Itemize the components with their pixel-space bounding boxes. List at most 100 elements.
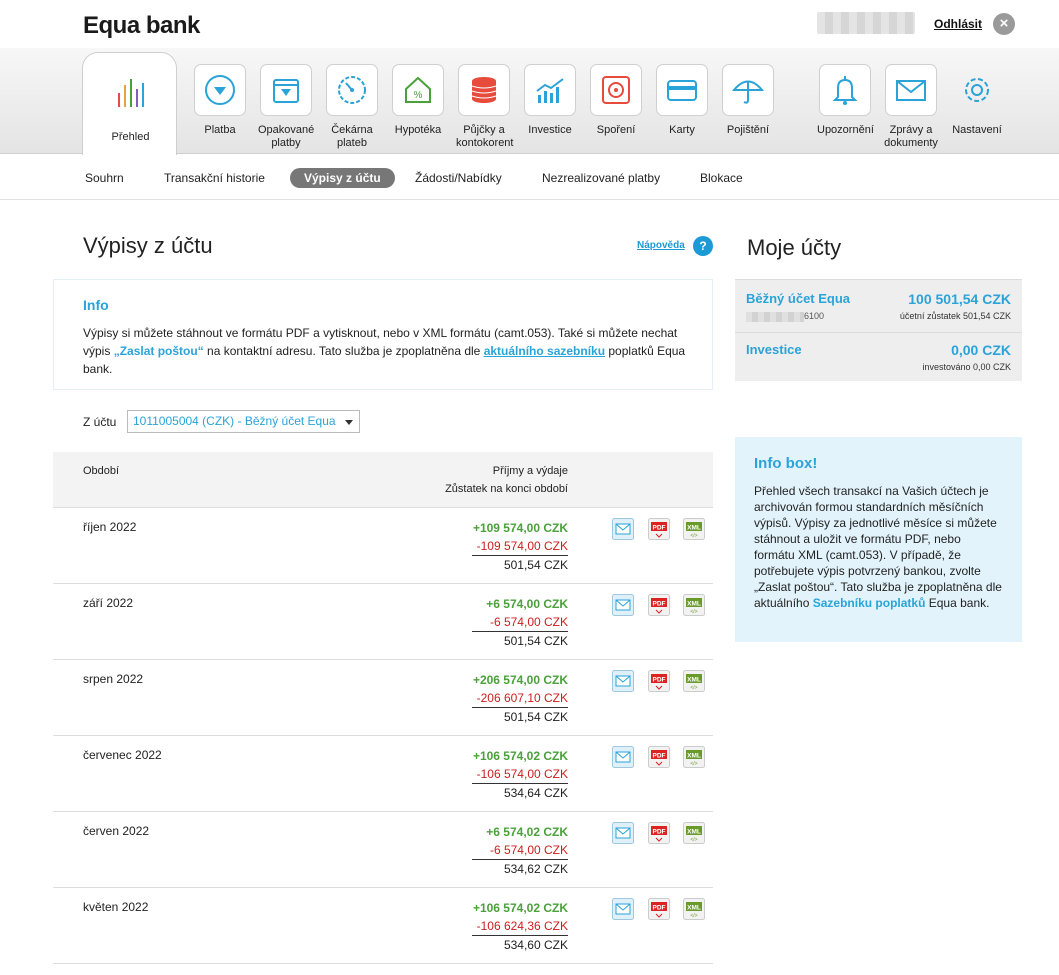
send-by-mail-icon[interactable] — [612, 898, 634, 920]
row-income: +106 574,02 CZK — [472, 901, 568, 915]
svg-text:PDF: PDF — [653, 525, 666, 532]
account-select[interactable]: 1011005004 (CZK) - Běžný účet Equa — [127, 410, 360, 433]
row-income: +6 574,00 CZK — [486, 597, 568, 611]
help-icon[interactable]: ? — [693, 236, 713, 256]
row-actions: PDF XML </> — [612, 518, 712, 542]
info-title: Info — [83, 297, 109, 313]
chevron-down-icon — [345, 420, 353, 425]
nav-item-prehled[interactable]: Přehled — [82, 52, 177, 155]
download-xml-icon[interactable]: XML </> — [683, 670, 705, 692]
nav-label: Spoření — [596, 124, 636, 136]
account-number-suffix: 6100 — [804, 311, 825, 321]
download-xml-icon[interactable]: XML </> — [683, 594, 705, 616]
nav-item-sporeni[interactable]: Spoření — [588, 64, 644, 137]
nav-item-zpravy[interactable]: Zprávy a dokumenty — [883, 64, 939, 150]
download-xml-icon[interactable]: XML </> — [683, 898, 705, 920]
send-by-mail-icon[interactable] — [612, 670, 634, 692]
tab-blokace[interactable]: Blokace — [700, 171, 743, 185]
row-balance: 501,54 CZK — [503, 710, 568, 724]
download-pdf-icon[interactable]: PDF — [648, 518, 670, 540]
nav-item-investice[interactable]: Investice — [522, 64, 578, 137]
row-actions: PDF XML </> — [612, 822, 712, 846]
svg-text:XML: XML — [687, 601, 701, 608]
nav-label: Investice — [528, 124, 572, 136]
my-accounts-title: Moje účty — [747, 235, 842, 260]
download-pdf-icon[interactable]: PDF — [648, 822, 670, 844]
row-balance: 534,64 CZK — [503, 786, 568, 800]
tab-transakcni-historie[interactable]: Transakční historie — [164, 171, 265, 185]
cards-icon — [667, 80, 697, 101]
table-row: červen 2022 +6 574,02 CZK -6 574,00 CZK 534… — [53, 812, 713, 888]
row-period: květen 2022 — [83, 900, 149, 914]
row-balance: 534,60 CZK — [503, 938, 568, 952]
svg-text:XML: XML — [687, 525, 701, 532]
svg-text:PDF: PDF — [653, 753, 666, 760]
tab-vypisy-z-uctu[interactable]: Výpisy z účtu — [290, 168, 395, 188]
nav-label: Půjčky a kontokorent — [456, 124, 514, 149]
nav-label: Hypotéka — [394, 124, 442, 136]
nav-label: Čekárna plateb — [331, 124, 373, 149]
top-bar: Equa bank Odhlásit × — [0, 0, 1059, 48]
send-by-mail-icon[interactable] — [612, 594, 634, 616]
download-pdf-icon[interactable]: PDF — [648, 594, 670, 616]
download-xml-icon[interactable]: XML </> — [683, 518, 705, 540]
gear-icon — [965, 78, 989, 102]
info-text: Výpisy si můžete stáhnout ve formátu PDF… — [83, 326, 686, 376]
row-expense: -106 574,00 CZK — [472, 765, 568, 784]
row-actions: PDF XML </> — [612, 898, 712, 922]
logout-link[interactable]: Odhlásit — [934, 17, 982, 31]
mail-delivery-highlight: „Zaslat poštou“ — [113, 344, 204, 358]
nav-label: Nastavení — [952, 124, 1002, 136]
row-period: říjen 2022 — [83, 520, 137, 534]
table-row: srpen 2022 +206 574,00 CZK -206 607,10 CZK… — [53, 660, 713, 736]
svg-text:PDF: PDF — [653, 677, 666, 684]
account-amount: 100 501,54 CZK — [908, 291, 1011, 307]
account-amount: 0,00 CZK — [951, 342, 1011, 358]
accounts-panel: Běžný účet Equa 100 501,54 CZK 6100 účet… — [735, 279, 1022, 381]
row-income: +109 574,00 CZK — [472, 521, 568, 535]
svg-text:</>: </> — [690, 761, 697, 767]
svg-text:XML: XML — [687, 905, 701, 912]
account-name[interactable]: Běžný účet Equa — [746, 291, 850, 306]
nav-item-opakovane-platby[interactable]: Opakované platby — [258, 64, 314, 150]
tab-nezrealizovane-platby[interactable]: Nezrealizované platby — [542, 171, 660, 185]
help-link[interactable]: Nápověda — [637, 240, 685, 251]
account-label: Z účtu — [83, 415, 117, 429]
send-by-mail-icon[interactable] — [612, 822, 634, 844]
fee-schedule-link[interactable]: aktuálního sazebníku — [484, 344, 605, 358]
nav-item-nastaveni[interactable]: Nastavení — [949, 64, 1005, 137]
download-pdf-icon[interactable]: PDF — [648, 670, 670, 692]
tab-souhrn[interactable]: Souhrn — [85, 171, 124, 185]
svg-text:PDF: PDF — [653, 601, 666, 608]
row-income: +206 574,00 CZK — [472, 673, 568, 687]
divider — [735, 332, 1022, 333]
table-row: květen 2022 +106 574,02 CZK -106 624,36 CZ… — [53, 888, 713, 964]
page-title: Výpisy z účtu — [83, 233, 213, 258]
account-name[interactable]: Investice — [746, 342, 802, 357]
row-expense: -109 574,00 CZK — [472, 537, 568, 556]
nav-item-pujcky[interactable]: Půjčky a kontokorent — [456, 64, 514, 150]
equa-bank-logo[interactable]: Equa bank — [83, 12, 200, 40]
row-balance: 534,62 CZK — [503, 862, 568, 876]
nav-item-cekarna-plateb[interactable]: Čekárna plateb — [324, 64, 380, 150]
tab-zadosti-nabidky[interactable]: Žádosti/Nabídky — [415, 171, 502, 185]
row-amounts: +106 574,02 CZK -106 574,00 CZK 534,64 CZK — [472, 747, 568, 802]
download-pdf-icon[interactable]: PDF — [648, 746, 670, 768]
nav-item-hypoteka[interactable]: % Hypotéka — [390, 64, 446, 137]
close-icon[interactable]: × — [993, 13, 1015, 35]
nav-item-upozorneni[interactable]: Upozornění — [817, 64, 874, 137]
download-xml-icon[interactable]: XML </> — [683, 822, 705, 844]
nav-item-pojisteni[interactable]: Pojištění — [720, 64, 776, 137]
nav-item-karty[interactable]: Karty — [654, 64, 710, 137]
row-expense: -106 624,36 CZK — [472, 917, 568, 936]
row-period: červenec 2022 — [83, 748, 162, 762]
nav-label: Zprávy a dokumenty — [884, 124, 938, 149]
nav-label: Platba — [204, 124, 236, 136]
download-pdf-icon[interactable]: PDF — [648, 898, 670, 920]
nav-item-platba[interactable]: Platba — [192, 64, 248, 137]
fee-schedule-link[interactable]: Sazebníku poplatků — [813, 596, 926, 610]
send-by-mail-icon[interactable] — [612, 518, 634, 540]
download-xml-icon[interactable]: XML </> — [683, 746, 705, 768]
side-info-text: Přehled všech transakcí na Vašich účtech… — [754, 484, 1002, 610]
send-by-mail-icon[interactable] — [612, 746, 634, 768]
